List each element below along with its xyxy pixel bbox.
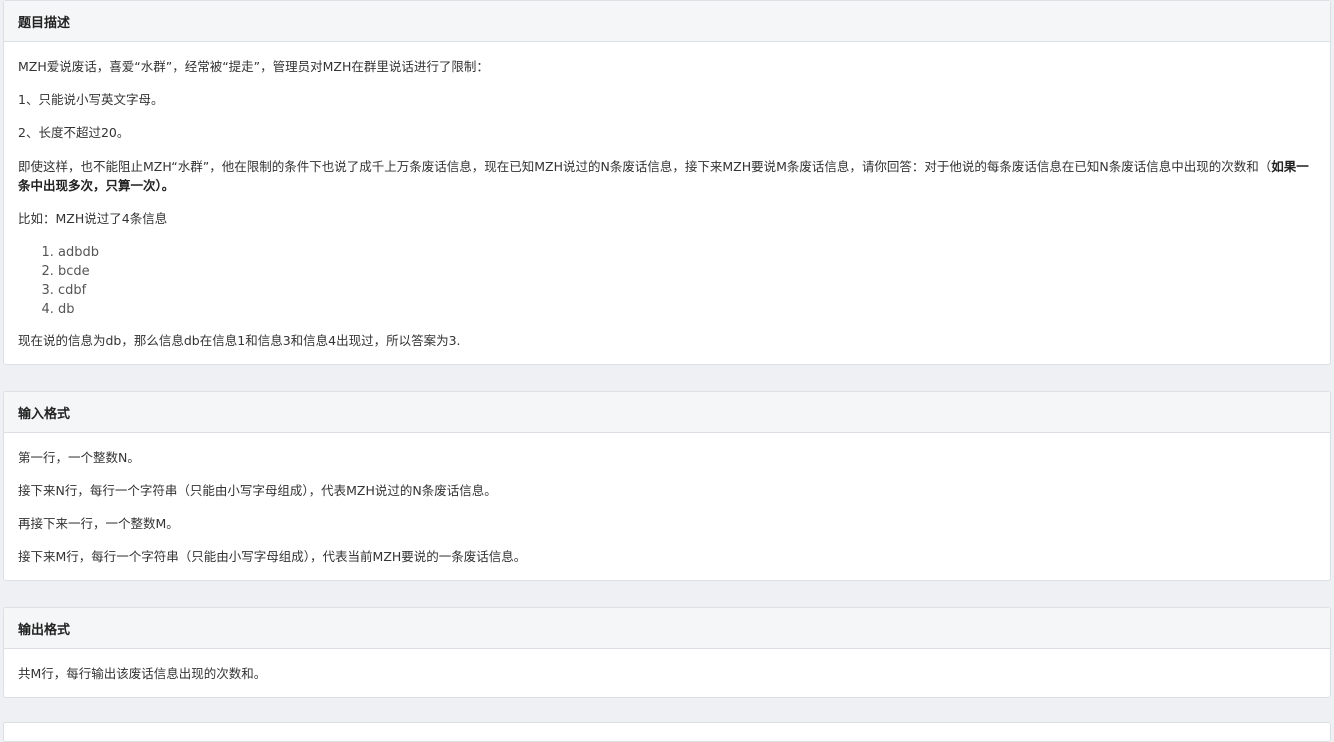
problem-description-body: MZH爱说废话，喜爱“水群”，经常被“提走”，管理员对MZH在群里说话进行了限制… xyxy=(4,42,1330,350)
description-paragraph-intro: MZH爱说废话，喜爱“水群”，经常被“提走”，管理员对MZH在群里说话进行了限制… xyxy=(18,59,489,74)
description-rule-1: 1、只能说小写英文字母。 xyxy=(18,92,164,107)
example-message-item: bcde xyxy=(58,262,1316,281)
problem-description-panel: 题目描述 MZH爱说废话，喜爱“水群”，经常被“提走”，管理员对MZH在群里说话… xyxy=(3,0,1331,365)
input-format-panel: 输入格式 第一行，一个整数N。 接下来N行，每行一个字符串（只能由小写字母组成）… xyxy=(3,391,1331,581)
example-message-item: adbdb xyxy=(58,243,1316,262)
input-format-line: 第一行，一个整数N。 xyxy=(18,450,140,465)
next-section-panel xyxy=(3,722,1331,742)
output-format-panel: 输出格式 共M行，每行输出该废话信息出现的次数和。 xyxy=(3,607,1331,698)
example-message-item: cdbf xyxy=(58,281,1316,300)
description-example-intro: 比如：MZH说过了4条信息 xyxy=(18,211,168,226)
problem-description-heading: 题目描述 xyxy=(4,1,1330,42)
description-paragraph-task: 即使这样，也不能阻止MZH“水群”，他在限制的条件下也说了成千上万条废话信息，现… xyxy=(18,157,1316,195)
input-format-line: 接下来M行，每行一个字符串（只能由小写字母组成），代表当前MZH要说的一条废话信… xyxy=(18,549,527,564)
output-format-heading: 输出格式 xyxy=(4,608,1330,649)
description-rule-2: 2、长度不超过20。 xyxy=(18,125,130,140)
input-format-line: 再接下来一行，一个整数M。 xyxy=(18,516,179,531)
example-messages-list: adbdb bcde cdbf db xyxy=(18,243,1316,319)
description-task-text: 即使这样，也不能阻止MZH“水群”，他在限制的条件下也说了成千上万条废话信息，现… xyxy=(18,159,1272,174)
input-format-body: 第一行，一个整数N。 接下来N行，每行一个字符串（只能由小写字母组成），代表MZ… xyxy=(4,433,1330,566)
example-message-item: db xyxy=(58,300,1316,319)
output-format-line: 共M行，每行输出该废话信息出现的次数和。 xyxy=(18,666,267,681)
input-format-heading: 输入格式 xyxy=(4,392,1330,433)
input-format-line: 接下来N行，每行一个字符串（只能由小写字母组成），代表MZH说过的N条废话信息。 xyxy=(18,483,497,498)
output-format-body: 共M行，每行输出该废话信息出现的次数和。 xyxy=(4,649,1330,683)
description-example-explanation: 现在说的信息为db，那么信息db在信息1和信息3和信息4出现过，所以答案为3. xyxy=(18,333,461,348)
